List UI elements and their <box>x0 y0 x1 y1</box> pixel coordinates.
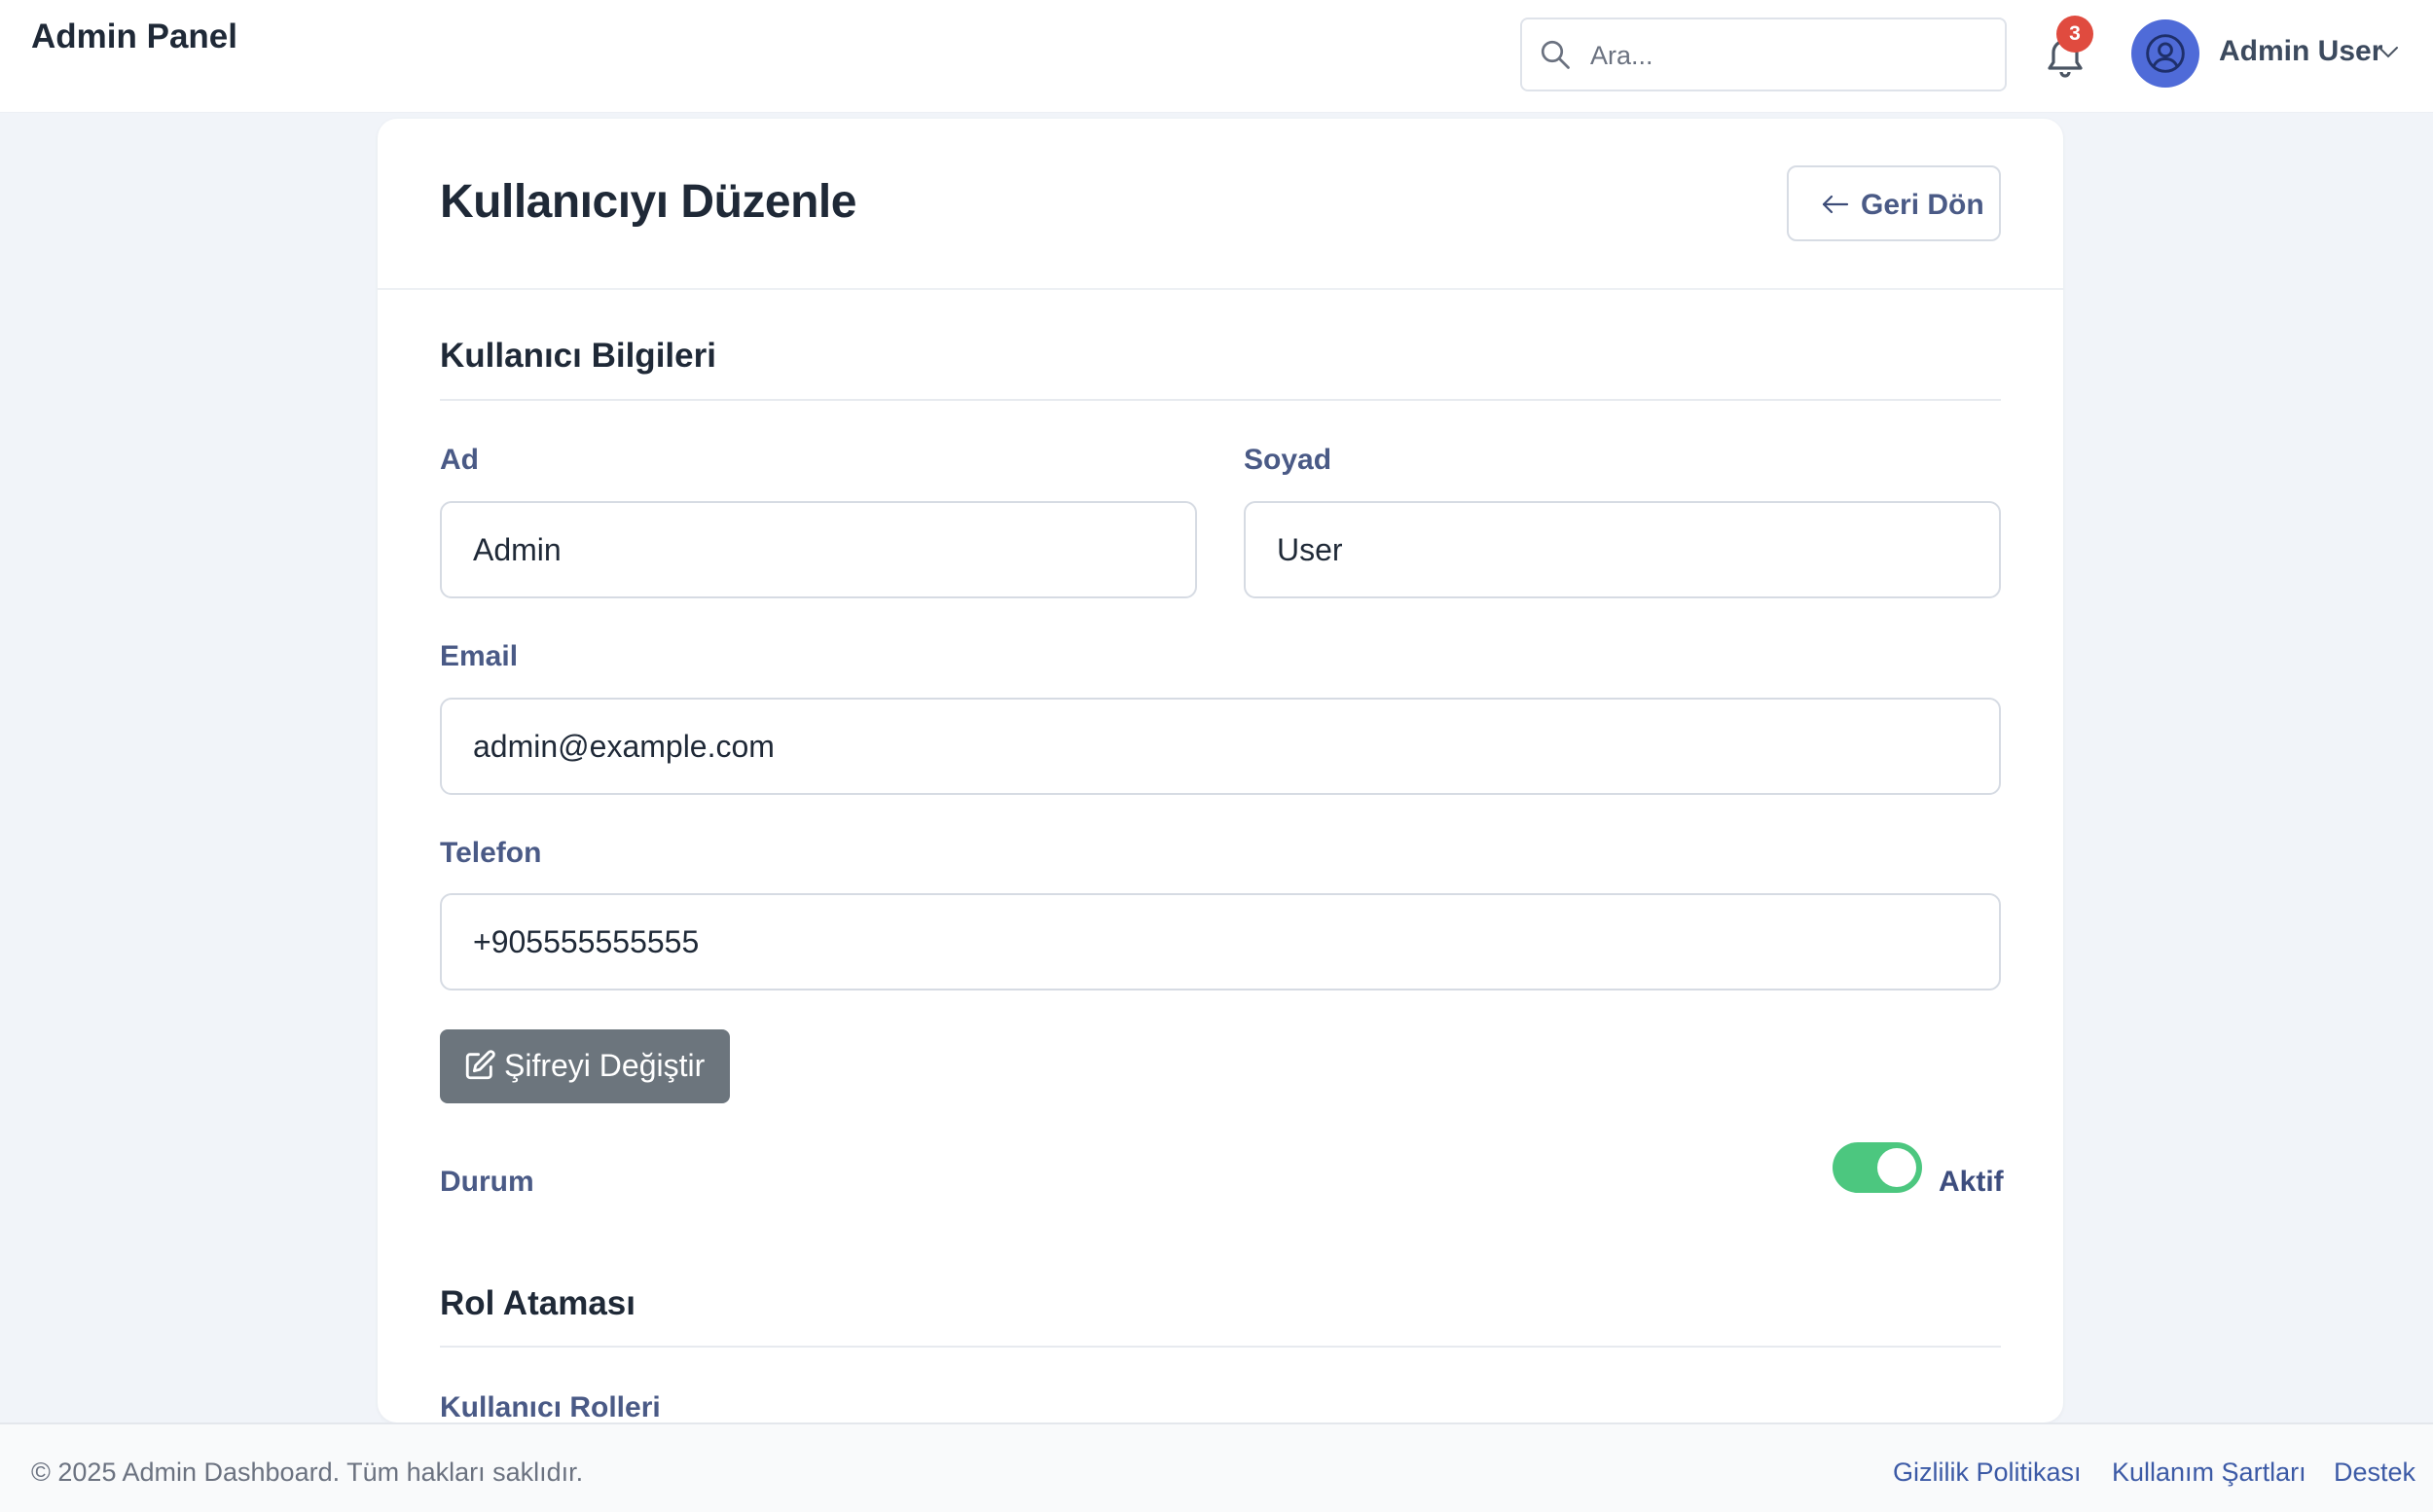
section-title-user-info: Kullanıcı Bilgileri <box>440 337 716 375</box>
email-label: Email <box>440 640 519 672</box>
section-title-roles: Rol Ataması <box>440 1284 635 1322</box>
copyright-text: © 2025 Admin Dashboard. Tüm hakları sakl… <box>31 1458 584 1487</box>
divider <box>440 1346 2001 1348</box>
back-button[interactable]: Geri Dön <box>1787 165 2001 241</box>
search-input[interactable] <box>1590 31 1989 80</box>
status-value: Aktif <box>1939 1166 2004 1198</box>
terms-of-use-link[interactable]: Kullanım Şartları <box>2112 1458 2306 1488</box>
avatar[interactable] <box>2131 19 2199 88</box>
phone-label: Telefon <box>440 837 542 869</box>
change-password-label: Şifreyi Değiştir <box>504 1048 706 1083</box>
toggle-knob <box>1877 1148 1916 1187</box>
page-title: Kullanıcıyı Düzenle <box>440 176 856 228</box>
card-header: Kullanıcıyı Düzenle Geri Dön <box>378 119 2063 290</box>
phone-field[interactable] <box>440 893 2001 990</box>
status-label: Durum <box>440 1166 534 1198</box>
chevron-down-icon[interactable] <box>2377 45 2400 60</box>
user-menu-name[interactable]: Admin User <box>2219 35 2382 68</box>
back-button-label: Geri Dön <box>1861 189 1984 221</box>
status-toggle[interactable] <box>1833 1142 1922 1193</box>
user-roles-label: Kullanıcı Rolleri <box>440 1391 661 1423</box>
support-link[interactable]: Destek <box>2334 1458 2415 1488</box>
last-name-field[interactable] <box>1244 501 2001 598</box>
search-box[interactable] <box>1520 18 2007 91</box>
arrow-left-icon <box>1822 195 1849 214</box>
footer: © 2025 Admin Dashboard. Tüm hakları sakl… <box>0 1422 2433 1512</box>
app-title: Admin Panel <box>31 18 237 55</box>
change-password-button[interactable]: Şifreyi Değiştir <box>440 1029 730 1103</box>
edit-icon <box>465 1050 495 1080</box>
privacy-policy-link[interactable]: Gizlilik Politikası <box>1893 1458 2082 1488</box>
edit-user-card: Kullanıcıyı Düzenle Geri Dön Kullanıcı B… <box>378 119 2063 1423</box>
top-navbar: Admin Panel 3 Admin User <box>0 0 2433 113</box>
last-name-label: Soyad <box>1244 444 1332 476</box>
search-icon <box>1541 40 1570 69</box>
first-name-field[interactable] <box>440 501 1197 598</box>
notification-badge: 3 <box>2056 16 2093 53</box>
user-circle-icon <box>2146 34 2185 73</box>
email-field[interactable] <box>440 698 2001 795</box>
divider <box>440 399 2001 401</box>
first-name-label: Ad <box>440 444 479 476</box>
